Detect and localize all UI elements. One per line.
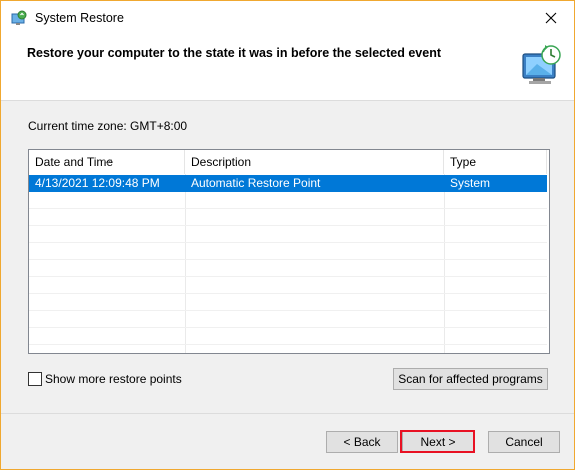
empty-row <box>29 243 547 260</box>
window-title: System Restore <box>35 11 124 25</box>
cancel-button[interactable]: Cancel <box>488 431 560 453</box>
empty-row <box>29 260 547 277</box>
column-header-date-label: Date and Time <box>35 155 114 169</box>
close-icon <box>545 12 557 27</box>
system-restore-icon <box>10 10 28 28</box>
show-more-label: Show more restore points <box>45 372 182 386</box>
column-header-type-label: Type <box>450 155 477 169</box>
empty-row <box>29 277 547 294</box>
footer-divider <box>1 413 574 414</box>
page-heading: Restore your computer to the state it wa… <box>27 46 441 60</box>
table-row[interactable]: 4/13/2021 12:09:48 PM Automatic Restore … <box>29 175 547 192</box>
column-header-date[interactable]: Date and Time <box>29 150 185 174</box>
scan-affected-programs-button[interactable]: Scan for affected programs <box>393 368 548 390</box>
column-header-type[interactable]: Type <box>444 150 547 174</box>
empty-row <box>29 328 547 345</box>
column-header-description[interactable]: Description <box>185 150 444 174</box>
title-bar: System Restore <box>1 1 574 37</box>
empty-row <box>29 192 547 209</box>
system-restore-window: System Restore Restore your computer to … <box>0 0 575 470</box>
sort-arrow-icon <box>103 150 112 173</box>
cell-description: Automatic Restore Point <box>191 176 321 190</box>
empty-row <box>29 209 547 226</box>
empty-row <box>29 311 547 328</box>
back-button[interactable]: < Back <box>326 431 398 453</box>
timezone-label: Current time zone: GMT+8:00 <box>28 119 188 133</box>
restore-points-list[interactable]: Date and Time Description Type 4/13/2021… <box>28 149 550 354</box>
cell-type: System <box>450 176 491 190</box>
cell-date: 4/13/2021 12:09:48 PM <box>35 176 160 190</box>
close-button[interactable] <box>528 1 574 37</box>
empty-row <box>29 294 547 311</box>
column-header-description-label: Description <box>191 155 252 169</box>
show-more-checkbox[interactable] <box>28 372 42 386</box>
restore-computer-icon <box>517 42 565 90</box>
empty-row <box>29 226 547 243</box>
show-more-option[interactable]: Show more restore points <box>28 372 182 386</box>
next-highlight <box>400 430 475 453</box>
wizard-header: Restore your computer to the state it wa… <box>1 37 574 101</box>
